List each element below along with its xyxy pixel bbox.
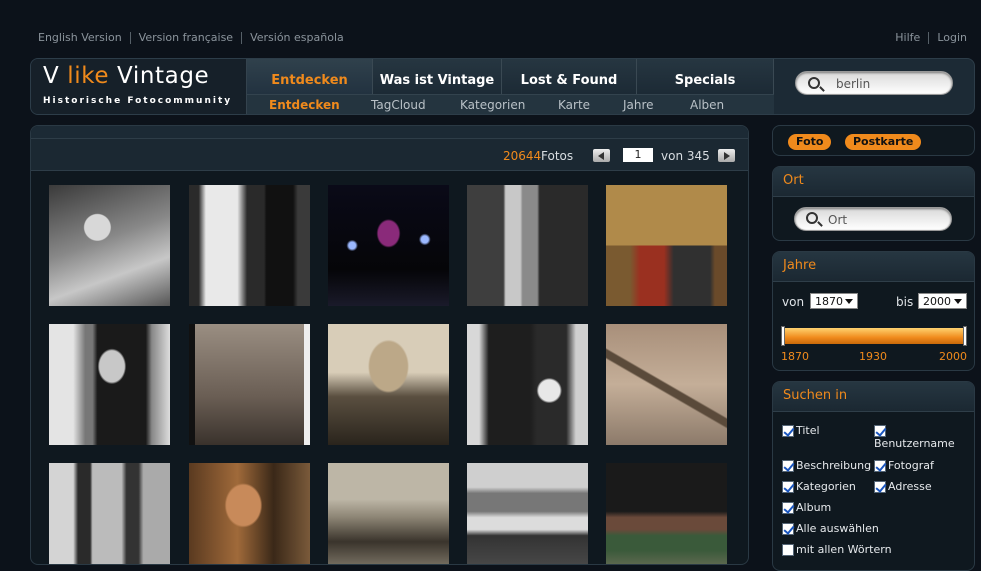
checkbox-icon[interactable]	[782, 502, 794, 514]
checkbox-icon[interactable]	[874, 481, 886, 493]
photo-model-railway[interactable]	[606, 324, 727, 445]
subnav-kategorien[interactable]: Kategorien	[460, 98, 525, 112]
lang-spanish-link[interactable]: Versión española	[241, 32, 352, 44]
search-value: berlin	[836, 77, 871, 91]
subnav-jahre[interactable]: Jahre	[623, 98, 654, 112]
search-icon	[808, 77, 820, 89]
search-input[interactable]: berlin	[795, 71, 953, 95]
language-links: English Version Version française Versió…	[38, 32, 352, 44]
subnav-entdecken[interactable]: Entdecken	[269, 98, 340, 112]
photo-elderly-couple-room[interactable]	[467, 185, 588, 306]
lang-french-link[interactable]: Version française	[129, 32, 241, 44]
help-link[interactable]: Hilfe	[887, 32, 928, 44]
search-icon	[806, 212, 818, 224]
checkbox-icon[interactable]	[782, 481, 794, 493]
page-number-input[interactable]: 1	[623, 148, 653, 162]
photo-woman-portrait[interactable]	[49, 185, 170, 306]
photo-couple-sofa[interactable]	[606, 185, 727, 306]
photo-man-uniform[interactable]	[49, 324, 170, 445]
jahre-filter-box: Jahre von 1870 bis 2000 1870 1930 2000	[772, 251, 975, 371]
year-range-slider[interactable]	[782, 328, 966, 344]
next-page-button[interactable]	[718, 149, 735, 162]
checkbox-icon[interactable]	[782, 460, 794, 472]
top-bar: English Version Version française Versió…	[0, 0, 981, 58]
nav-entdecken[interactable]: Entdecken	[247, 59, 373, 94]
from-label: von	[782, 295, 805, 309]
photo-group-beach[interactable]	[328, 463, 449, 564]
tick-label: 1930	[859, 350, 887, 363]
checkbox-icon[interactable]	[874, 460, 886, 472]
subnav-tagcloud[interactable]: TagCloud	[371, 98, 426, 112]
checkbox-mit-allen-woertern[interactable]: mit allen Wörtern	[782, 543, 892, 556]
nav-lost-found[interactable]: Lost & Found	[502, 59, 637, 94]
login-link[interactable]: Login	[928, 32, 967, 44]
photo-man-bowtie[interactable]	[328, 324, 449, 445]
photo-model-town[interactable]	[606, 463, 727, 564]
utility-links: Hilfe Login	[887, 32, 967, 44]
suchen-in-box: Suchen in Titel Benutzername Beschreibun…	[772, 381, 975, 571]
photo-guitarist[interactable]	[189, 463, 310, 564]
to-label: bis	[896, 295, 914, 309]
slider-handle-to[interactable]	[963, 326, 967, 346]
photo-legs[interactable]	[49, 463, 170, 564]
lang-english-link[interactable]: English Version	[38, 32, 130, 44]
checkbox-alle-auswaehlen[interactable]: Alle auswählen	[782, 522, 879, 535]
panel-header	[31, 126, 748, 138]
checkbox-album[interactable]: Album	[782, 501, 831, 514]
photo-results-panel: 20644 Fotos 1 von 345	[30, 125, 749, 565]
checkbox-kategorien[interactable]: Kategorien	[782, 480, 856, 493]
photo-count-label: Fotos	[541, 149, 574, 163]
tick-label: 2000	[939, 350, 967, 363]
page-total: von 345	[661, 149, 710, 163]
photo-children-beach[interactable]	[189, 324, 310, 445]
ort-placeholder: Ort	[828, 213, 848, 227]
type-filter-box: Foto Postkarte	[772, 125, 975, 156]
photo-wedding-couple[interactable]	[189, 185, 310, 306]
nav-was-ist-vintage[interactable]: Was ist Vintage	[373, 59, 502, 94]
ort-filter-box: Ort Ort	[772, 166, 975, 241]
checkbox-titel[interactable]: Titel	[782, 424, 820, 437]
checkbox-benutzername[interactable]: Benutzername	[874, 424, 955, 450]
main-nav: Entdecken Was ist Vintage Lost & Found S…	[247, 59, 774, 94]
slider-handle-from[interactable]	[781, 326, 785, 346]
checkbox-icon[interactable]	[874, 425, 886, 437]
checkbox-fotograf[interactable]: Fotograf	[874, 459, 934, 472]
tick-label: 1870	[781, 350, 809, 363]
photo-stage-performer[interactable]	[328, 185, 449, 306]
sub-nav: Entdecken TagCloud Kategorien Karte Jahr…	[247, 94, 774, 114]
year-to-select[interactable]: 2000	[918, 293, 967, 309]
photo-berliner-club[interactable]	[467, 463, 588, 564]
filter-postkarte-tag[interactable]: Postkarte	[845, 134, 922, 150]
checkbox-icon[interactable]	[782, 425, 794, 437]
pager: 20644 Fotos 1 von 345	[31, 138, 748, 171]
site-header: V like Vintage Historische Fotocommunity…	[30, 58, 975, 115]
logo-subtitle: Historische Fotocommunity	[43, 96, 233, 106]
suchen-in-title: Suchen in	[773, 382, 974, 412]
jahre-title: Jahre	[773, 252, 974, 282]
year-from-select[interactable]: 1870	[810, 293, 858, 309]
photo-family-portrait[interactable]	[467, 324, 588, 445]
prev-page-button[interactable]	[593, 149, 610, 162]
checkbox-adresse[interactable]: Adresse	[874, 480, 932, 493]
filter-foto-tag[interactable]: Foto	[788, 134, 832, 150]
nav-specials[interactable]: Specials	[637, 59, 774, 94]
site-logo[interactable]: V like Vintage Historische Fotocommunity	[31, 59, 247, 114]
subnav-alben[interactable]: Alben	[690, 98, 724, 112]
subnav-karte[interactable]: Karte	[558, 98, 590, 112]
ort-input[interactable]: Ort	[794, 207, 952, 231]
photo-count: 20644	[503, 149, 542, 163]
logo-title: V like Vintage	[43, 63, 210, 89]
checkbox-icon[interactable]	[782, 544, 794, 556]
checkbox-icon[interactable]	[782, 523, 794, 535]
ort-title: Ort	[773, 167, 974, 197]
checkbox-beschreibung[interactable]: Beschreibung	[782, 459, 871, 472]
